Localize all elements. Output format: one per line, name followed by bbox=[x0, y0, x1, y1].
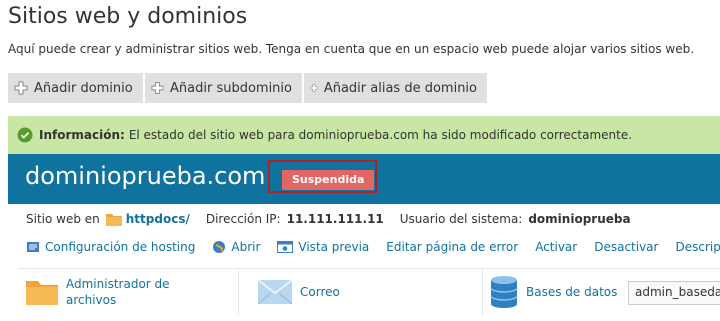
file-manager-tool[interactable]: Administrador de archivos bbox=[26, 269, 186, 315]
mail-tool[interactable]: Correo bbox=[258, 269, 340, 315]
hosting-settings-icon bbox=[27, 242, 39, 252]
add-subdomain-label: Añadir subdominio bbox=[170, 80, 292, 96]
ip-label: Dirección IP: bbox=[205, 212, 281, 226]
tool-divider bbox=[238, 269, 239, 315]
plus-icon bbox=[310, 84, 318, 92]
info-message-label: Información: bbox=[39, 128, 125, 142]
tools-row: Administrador de archivos Correo Bases d… bbox=[18, 268, 720, 321]
databases-label: Bases de datos bbox=[526, 285, 618, 299]
domain-card: Sitio web en httpdocs/ Dirección IP: 11.… bbox=[8, 204, 720, 320]
folder-icon bbox=[105, 213, 122, 226]
add-domain-alias-button[interactable]: Añadir alias de dominio bbox=[304, 73, 487, 103]
mail-envelope-icon bbox=[258, 279, 292, 305]
open-site-link[interactable]: Abrir bbox=[212, 240, 260, 254]
page-description: Aquí puede crear y administrar sitios we… bbox=[8, 42, 695, 56]
open-site-label: Abrir bbox=[231, 240, 261, 254]
toolbar: Añadir dominio Añadir subdominio Añadir … bbox=[8, 73, 487, 103]
preview-label: Vista previa bbox=[298, 240, 370, 254]
database-select[interactable]: admin_baseda bbox=[628, 281, 720, 305]
add-domain-button[interactable]: Añadir dominio bbox=[8, 73, 143, 103]
domain-info-row: Sitio web en httpdocs/ Dirección IP: 11.… bbox=[26, 212, 631, 226]
activate-link[interactable]: Activar bbox=[535, 240, 577, 254]
open-globe-icon bbox=[213, 241, 226, 253]
system-user-label: Usuario del sistema: bbox=[399, 212, 523, 226]
check-circle-icon bbox=[17, 127, 33, 143]
deactivate-link[interactable]: Desactivar bbox=[594, 240, 658, 254]
add-subdomain-button[interactable]: Añadir subdominio bbox=[145, 73, 302, 103]
hosting-settings-label: Configuración de hosting bbox=[45, 240, 196, 254]
file-manager-label: Administrador de archivos bbox=[66, 277, 170, 307]
folder-icon bbox=[26, 281, 58, 305]
database-icon bbox=[490, 276, 518, 308]
add-alias-label: Añadir alias de dominio bbox=[323, 80, 477, 96]
preview-icon bbox=[277, 241, 294, 253]
plus-icon bbox=[14, 81, 28, 95]
domain-banner: dominioprueba.com Suspendida bbox=[8, 154, 720, 204]
description-link[interactable]: Descrip bbox=[675, 240, 720, 254]
add-domain-label: Añadir dominio bbox=[34, 80, 133, 96]
docroot-link[interactable]: httpdocs/ bbox=[105, 212, 190, 226]
info-message-text: El estado del sitio web para dominioprue… bbox=[128, 128, 633, 142]
domain-name: dominioprueba.com bbox=[25, 162, 266, 190]
docroot-label: httpdocs/ bbox=[125, 212, 190, 226]
plus-icon bbox=[151, 81, 164, 95]
hosting-settings-link[interactable]: Configuración de hosting bbox=[26, 240, 195, 254]
page-title: Sitios web y dominios bbox=[8, 4, 248, 29]
website-at-label: Sitio web en bbox=[26, 212, 100, 226]
info-message: Información: El estado del sitio web par… bbox=[8, 116, 720, 154]
databases-tool[interactable]: Bases de datos bbox=[490, 269, 617, 315]
mail-label: Correo bbox=[300, 285, 340, 299]
system-user-value: dominioprueba bbox=[528, 212, 631, 226]
domain-actions: Configuración de hosting Abrir Vista pre… bbox=[26, 240, 720, 254]
preview-link[interactable]: Vista previa bbox=[277, 240, 369, 254]
status-badge: Suspendida bbox=[282, 170, 375, 190]
edit-error-page-link[interactable]: Editar página de error bbox=[386, 240, 518, 254]
tool-divider bbox=[482, 269, 483, 315]
ip-value: 11.111.111.11 bbox=[286, 212, 384, 226]
